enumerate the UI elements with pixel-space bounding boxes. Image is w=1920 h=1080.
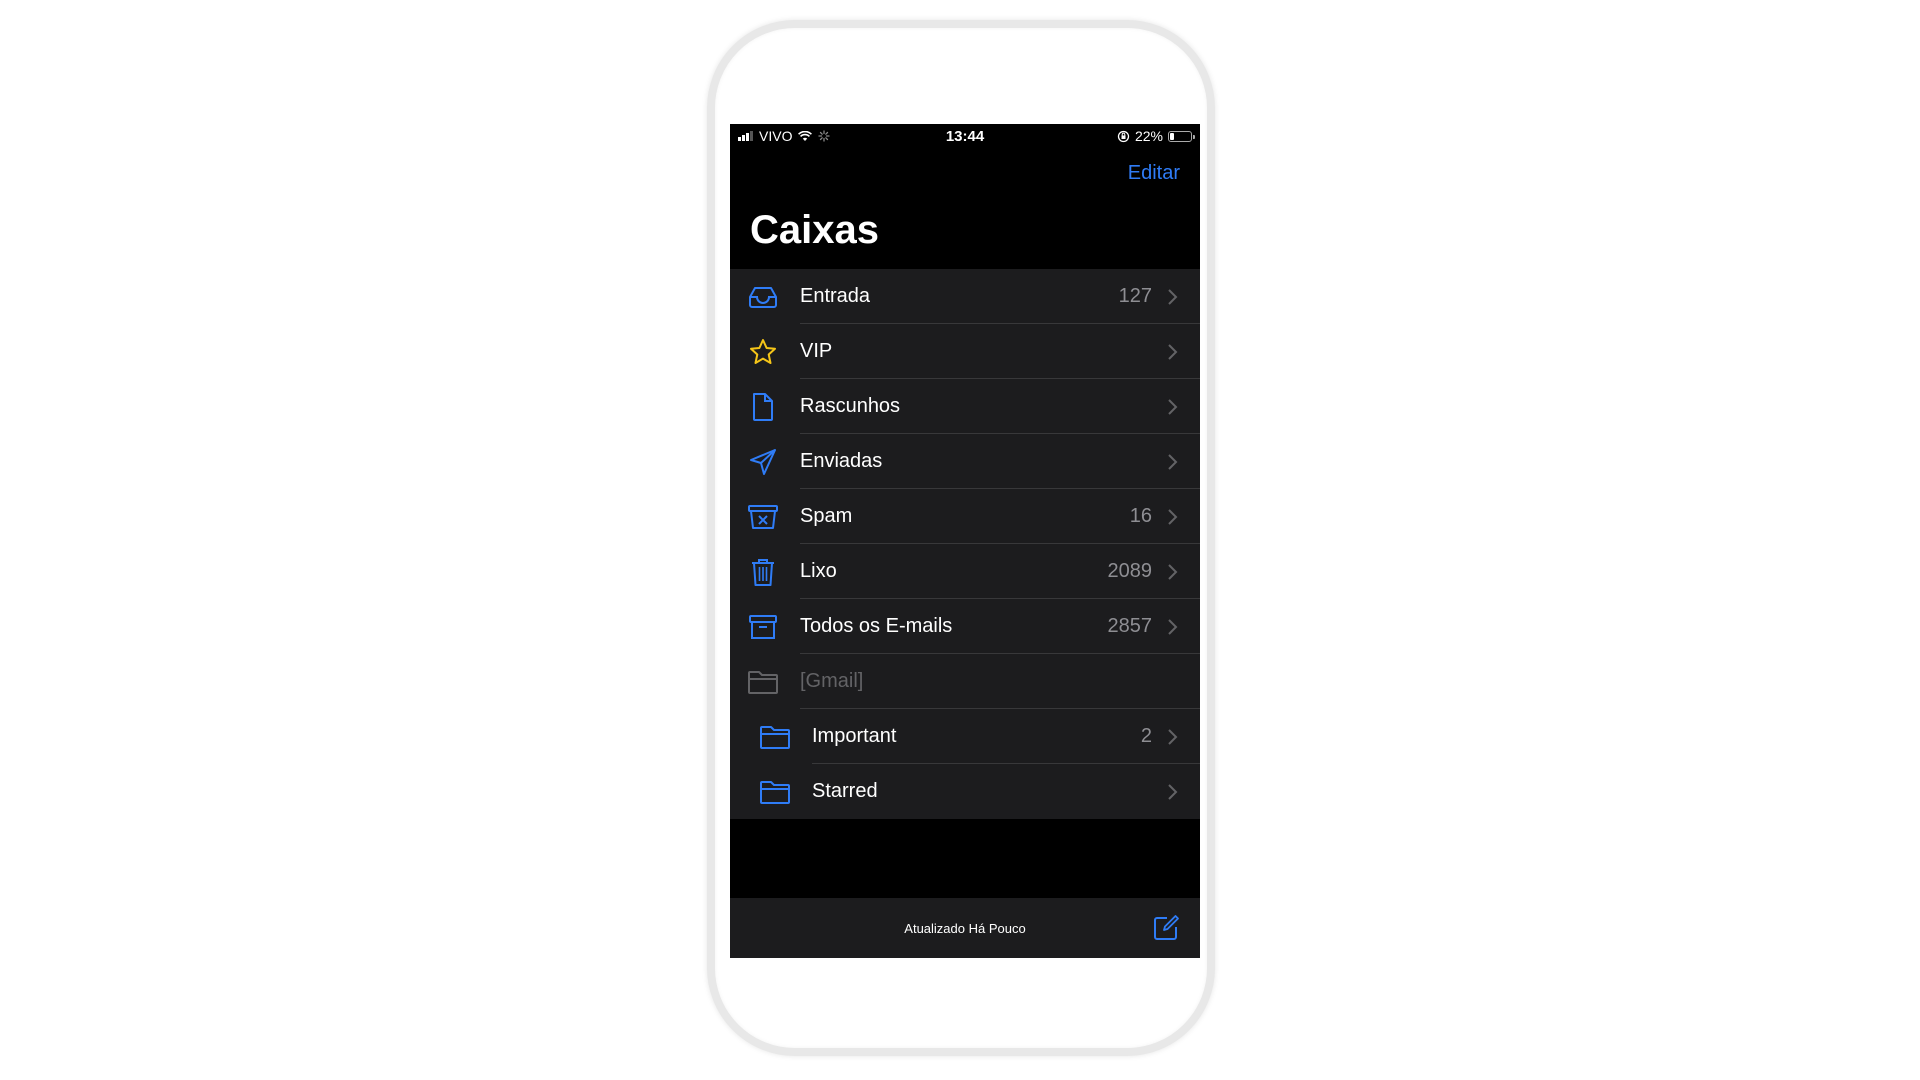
orientation-lock-icon <box>1117 130 1130 142</box>
chevron-right-icon <box>1168 784 1178 800</box>
mailbox-count: 16 <box>1129 505 1152 527</box>
chevron-right-icon <box>1168 399 1178 415</box>
mailbox-row-gmail: [Gmail] <box>730 654 1200 709</box>
folder-icon <box>758 722 792 752</box>
edit-button[interactable]: Editar <box>1128 162 1180 185</box>
chevron-right-icon <box>1168 289 1178 305</box>
inbox-icon <box>746 282 780 312</box>
chevron-right-icon <box>1168 454 1178 470</box>
paper-plane-icon <box>746 447 780 477</box>
mailbox-label: VIP <box>800 340 833 362</box>
mailbox-row-starred[interactable]: Starred <box>730 764 1200 819</box>
folder-icon <box>758 777 792 807</box>
mailbox-label: Lixo <box>800 560 837 582</box>
mailbox-count: 2089 <box>1107 560 1153 582</box>
mailbox-row-enviadas[interactable]: Enviadas <box>730 434 1200 489</box>
battery-icon <box>1168 130 1195 142</box>
mailbox-label: Starred <box>812 780 878 802</box>
mailbox-label: Entrada <box>800 285 871 307</box>
mailbox-row-lixo[interactable]: Lixo 2089 <box>730 544 1200 599</box>
mailbox-label: Spam <box>800 505 853 527</box>
status-right: 22% <box>1117 128 1195 144</box>
document-icon <box>746 392 780 422</box>
mailbox-row-spam[interactable]: Spam 16 <box>730 489 1200 544</box>
mailbox-label: Important <box>812 725 897 747</box>
folder-icon <box>746 667 780 697</box>
chevron-right-icon <box>1168 619 1178 635</box>
chevron-right-icon <box>1168 729 1178 745</box>
chevron-right-icon <box>1168 344 1178 360</box>
chevron-right-icon <box>1168 564 1178 580</box>
mailbox-row-entrada[interactable]: Entrada 127 <box>730 269 1200 324</box>
mailbox-list: Entrada 127 VIP Rascunhos Enviadas Spam … <box>730 269 1200 819</box>
mailbox-count: 2857 <box>1107 615 1153 637</box>
mailbox-count: 2 <box>1140 725 1152 747</box>
bottom-toolbar: Atualizado Há Pouco <box>730 898 1200 958</box>
mailbox-label: Rascunhos <box>800 395 901 417</box>
mailbox-label: Todos os E-mails <box>800 615 953 637</box>
chevron-right-icon <box>1168 509 1178 525</box>
mailbox-label: [Gmail] <box>800 670 864 692</box>
mailbox-row-todos[interactable]: Todos os E-mails 2857 <box>730 599 1200 654</box>
phone-screen: VIVO 13:44 22% Editar Caixas Entrada 127… <box>730 124 1200 958</box>
battery-fill <box>1170 132 1175 140</box>
page-title: Caixas <box>750 208 879 252</box>
junk-icon <box>746 502 780 532</box>
compose-icon[interactable] <box>1152 914 1180 942</box>
mailbox-label: Enviadas <box>800 450 883 472</box>
mailbox-row-vip[interactable]: VIP <box>730 324 1200 379</box>
mailbox-row-important[interactable]: Important 2 <box>730 709 1200 764</box>
trash-icon <box>746 557 780 587</box>
battery-percent: 22% <box>1134 128 1163 144</box>
update-status: Atualizado Há Pouco <box>904 921 1026 936</box>
star-icon <box>746 337 780 367</box>
archive-icon <box>746 612 780 642</box>
status-bar: VIVO 13:44 22% <box>730 124 1200 148</box>
mailbox-count: 127 <box>1118 285 1152 307</box>
mailbox-row-rascunhos[interactable]: Rascunhos <box>730 379 1200 434</box>
